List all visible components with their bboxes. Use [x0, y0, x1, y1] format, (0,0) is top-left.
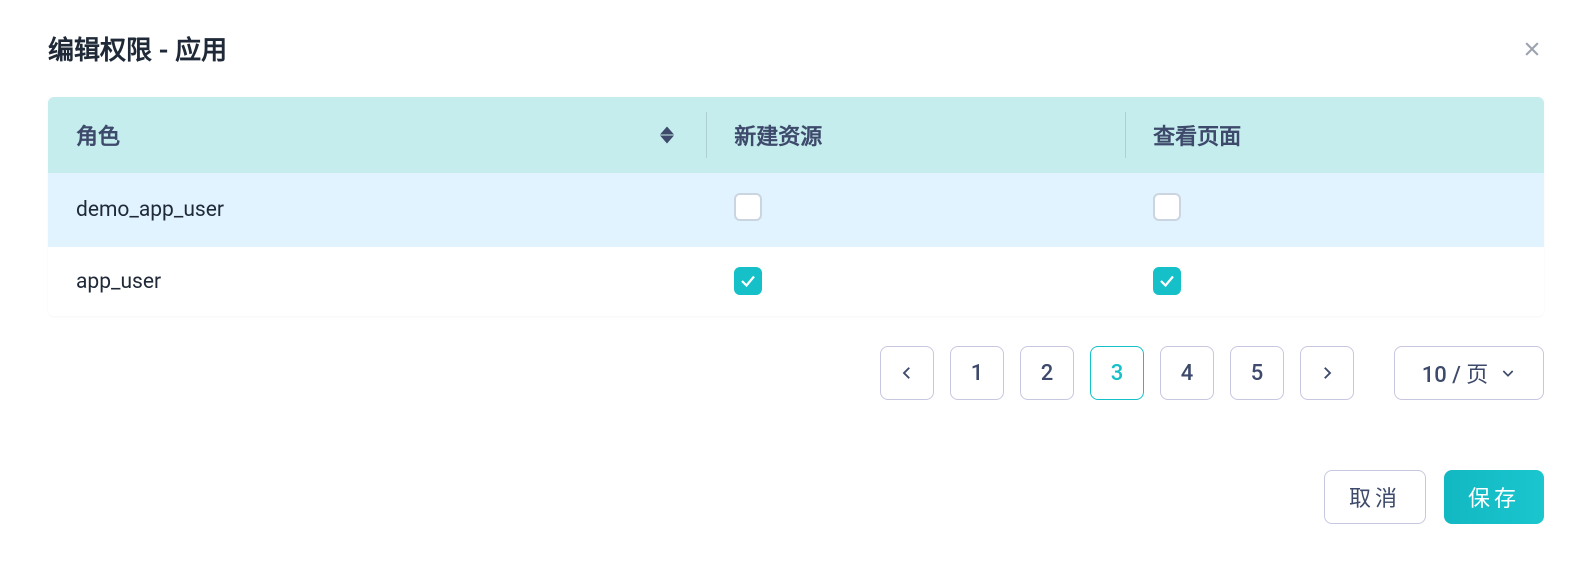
save-button[interactable]: 保存 [1444, 470, 1544, 524]
page-size-label: 10 / 页 [1422, 357, 1489, 389]
pagination-page-label: 5 [1251, 361, 1264, 386]
pagination-page-label: 4 [1181, 361, 1194, 386]
edit-permissions-modal: 编辑权限 - 应用 角色 新建资源 [0, 0, 1592, 554]
pagination-page-3[interactable]: 3 [1090, 346, 1144, 400]
column-header-view: 查看页面 [1125, 97, 1544, 173]
role-name: demo_app_user [76, 198, 224, 222]
pagination: 1 2 3 4 5 10 / 页 [48, 346, 1544, 400]
sort-icon[interactable] [660, 127, 674, 144]
pagination-prev-button[interactable] [880, 346, 934, 400]
view-checkbox[interactable] [1153, 267, 1181, 295]
chevron-left-icon [898, 364, 916, 382]
close-icon [1522, 39, 1542, 59]
view-checkbox[interactable] [1153, 193, 1181, 221]
cancel-button[interactable]: 取消 [1324, 470, 1426, 524]
create-cell [706, 173, 1125, 247]
role-cell: demo_app_user [48, 173, 706, 247]
column-header-create-label: 新建资源 [734, 125, 822, 150]
create-checkbox[interactable] [734, 267, 762, 295]
modal-header: 编辑权限 - 应用 [0, 20, 1592, 97]
column-header-view-label: 查看页面 [1153, 125, 1241, 150]
pagination-page-label: 3 [1111, 361, 1124, 386]
chevron-down-icon [1500, 365, 1516, 381]
modal-title: 编辑权限 - 应用 [48, 30, 227, 67]
pagination-page-label: 2 [1041, 361, 1054, 386]
check-icon [739, 272, 757, 290]
view-cell [1125, 173, 1544, 247]
chevron-right-icon [1318, 364, 1336, 382]
permissions-table-wrap: 角色 新建资源 查看页面 demo_app_user app_user [48, 97, 1544, 316]
create-cell [706, 247, 1125, 316]
column-header-create: 新建资源 [706, 97, 1125, 173]
view-cell [1125, 247, 1544, 316]
pagination-page-label: 1 [971, 361, 984, 386]
pagination-page-4[interactable]: 4 [1160, 346, 1214, 400]
table-row: demo_app_user [48, 173, 1544, 247]
page-size-select[interactable]: 10 / 页 [1394, 346, 1544, 400]
column-header-role[interactable]: 角色 [48, 97, 706, 173]
save-button-label: 保存 [1468, 481, 1520, 513]
pagination-page-2[interactable]: 2 [1020, 346, 1074, 400]
pagination-page-1[interactable]: 1 [950, 346, 1004, 400]
role-name: app_user [76, 270, 161, 294]
modal-footer: 取消 保存 [48, 470, 1544, 524]
pagination-next-button[interactable] [1300, 346, 1354, 400]
cancel-button-label: 取消 [1349, 481, 1401, 513]
close-button[interactable] [1520, 37, 1544, 61]
table-row: app_user [48, 247, 1544, 316]
role-cell: app_user [48, 247, 706, 316]
column-header-role-label: 角色 [76, 125, 120, 150]
create-checkbox[interactable] [734, 193, 762, 221]
permissions-table: 角色 新建资源 查看页面 demo_app_user app_user [48, 97, 1544, 316]
pagination-page-5[interactable]: 5 [1230, 346, 1284, 400]
check-icon [1158, 272, 1176, 290]
